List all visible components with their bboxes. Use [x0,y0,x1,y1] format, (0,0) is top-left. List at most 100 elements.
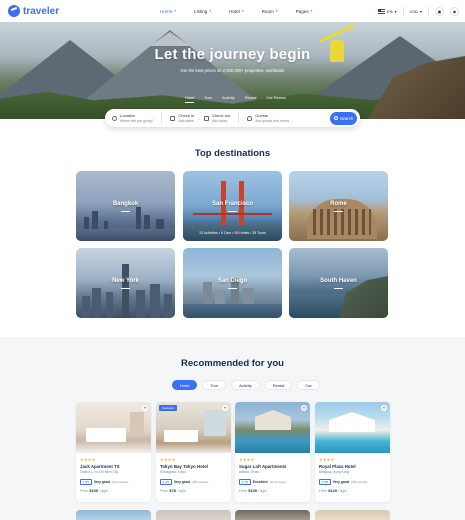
menu-label: Home [160,8,173,14]
destination-underline [334,288,343,289]
tab-activity[interactable]: Activity [222,95,235,103]
check-in-label: Check in [178,113,194,118]
destination-card-south-haven[interactable]: South Haven [289,248,388,318]
search-button[interactable]: Search [330,111,357,125]
price-prefix: From: [160,489,169,493]
tab-car-rental[interactable]: Car Rental [266,95,285,103]
bay-image [183,304,282,318]
bridge-image [193,213,272,215]
menu-item-room[interactable]: Room ▾ [262,9,278,14]
us-flag-icon [377,8,385,14]
rating-word: Very good [173,480,191,484]
guests-field[interactable]: Guests Add guests and rooms [247,109,289,127]
menu-item-pages[interactable]: Pages ▾ [296,9,313,14]
rating-badge: 4.3/5 [160,479,172,485]
wishlist-button[interactable]: ♥ [301,405,307,411]
destination-name: New York [112,278,139,284]
location-label: Location [120,113,136,118]
destination-underline [334,211,343,212]
check-in-field[interactable]: Check in Add dates [170,109,194,127]
listing-card[interactable]: ♥ ★★★★ Royal Plaza Hotel Bangkok, Hong K… [315,402,390,502]
listing-card-partial[interactable] [156,510,231,520]
heart-icon: ♥ [223,406,227,410]
tab-tour[interactable]: Tour [202,380,227,390]
nav-tools: EN ▾ USD ▾ ▣ ◉ [377,0,459,22]
guests-label: Guests [255,113,268,118]
listing-card[interactable]: Featured ♥ ★★★★ Tokyo Bay Tokyo Hotel Sh… [156,402,231,502]
chevron-down-icon: ▾ [419,8,422,14]
wishlist-button[interactable]: ♥ [142,405,148,411]
destination-card-bangkok[interactable]: Bangkok [76,171,175,241]
listing-title[interactable]: Tokyo Bay Tokyo Hotel [160,464,227,469]
tab-rental[interactable]: Rental [245,95,257,103]
location-placeholder: Where are you going? [120,119,154,123]
price-line: From: $120 / night [319,488,386,493]
check-out-label: Check out [212,113,231,118]
listing-image: ♥ [76,402,151,453]
location-field[interactable]: Location Where are you going? [112,109,153,127]
tab-rental[interactable]: Rental [264,380,293,390]
review-count: (32 reviews) [269,480,286,484]
listing-title[interactable]: Royal Plaza Hotel [319,464,386,469]
menu-label: Hotel [229,8,240,14]
check-in-placeholder: Add dates [178,119,194,123]
menu-item-hotel[interactable]: Hotel ▾ [229,9,244,14]
price-value: $78 [169,488,176,493]
tab-hotel[interactable]: Hotel [172,380,198,390]
cart-icon: ▣ [437,8,442,14]
tab-car[interactable]: Car [297,380,320,390]
guests-placeholder: Add guests and rooms [255,119,290,123]
empire-state-image [122,264,129,318]
star-rating: ★★★★ [80,457,96,462]
price-line: From: $100 / night [239,488,306,493]
logo-text: traveler [23,5,60,17]
menu-label: Room [261,8,274,14]
location-pin-icon [112,115,117,121]
divider [238,113,240,123]
price-unit: / night [176,489,186,493]
price-line: From: $100 / night [80,488,147,493]
menu-item-listing[interactable]: Listing ▾ [194,9,211,14]
tab-tour[interactable]: Tour [204,95,212,103]
currency-select[interactable]: USD ▾ [410,9,422,14]
wishlist-button[interactable]: ♥ [222,405,228,411]
listing-title[interactable]: Sugar Loft Apartments [239,464,306,469]
rating-word: Very good [332,480,350,484]
cart-button[interactable]: ▣ [435,6,444,16]
destination-name: San Diego [217,278,248,284]
wishlist-button[interactable]: ♥ [381,405,387,411]
listing-card[interactable]: ♥ ★★★★ Jack Apartment TS District 1, Ho … [76,402,151,502]
destination-card-new-york[interactable]: New York [76,248,175,318]
tab-activity[interactable]: Activity [231,380,260,390]
listing-card-partial[interactable] [315,510,390,520]
destination-card-rome[interactable]: Rome [289,171,388,241]
section-title-recommended: Recommended for you [181,358,284,369]
listing-card-partial[interactable] [76,510,151,520]
user-button[interactable]: ◉ [450,6,459,16]
heart-icon: ♥ [302,406,306,410]
star-rating: ★★★★ [239,457,255,462]
language-select[interactable]: EN ▾ [377,8,397,14]
chevron-down-icon: ▾ [174,9,177,13]
destination-card-san-diego[interactable]: San Diego [183,248,282,318]
logo[interactable]: traveler [8,5,59,17]
check-out-field[interactable]: Check out Add dates [204,109,230,127]
skyline-image [164,294,172,318]
calendar-icon [170,115,176,121]
rating-badge: 4.5/5 [80,479,92,485]
tab-hotel[interactable]: Hotel [185,95,195,103]
menu-label: Listing [194,8,208,14]
destination-card-san-francisco[interactable]: San Francisco 22 Activities • 6 Cars • 2… [183,171,282,241]
review-summary: 4.5/5 Very good (28 reviews) [319,479,386,485]
price-value: $100 [248,488,258,493]
language-label: EN [386,8,393,14]
listing-card[interactable]: ♥ ★★★★ Sugar Loft Apartments Atlanta, Te… [235,402,310,502]
review-summary: 4.7/5 Excellent (32 reviews) [239,479,306,485]
listing-title[interactable]: Jack Apartment TS [80,464,147,469]
menu-item-home[interactable]: Home ▾ [160,9,176,14]
listing-card-partial[interactable] [235,510,310,520]
main-menu: Home ▾ Listing ▾ Hotel ▾ Room ▾ Pages ▾ [160,0,330,22]
guests-icon [247,115,253,121]
skyline-image [82,296,90,318]
bed-image [86,428,126,442]
